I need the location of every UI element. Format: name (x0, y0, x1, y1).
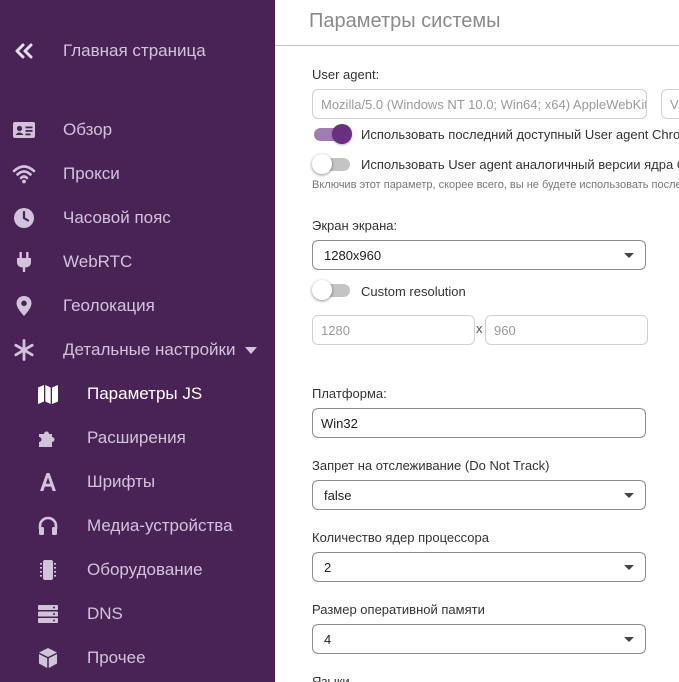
chevron-down-icon (624, 565, 634, 570)
memory-label: Размер оперативной памяти (312, 602, 485, 617)
sidebar-item-label: DNS (87, 604, 123, 623)
dnt-label: Запрет на отслеживание (Do Not Track) (312, 458, 550, 473)
sidebar-item-home[interactable]: Главная страница (0, 33, 275, 69)
screen-label: Экран экрана: (312, 218, 398, 233)
server-icon (35, 601, 61, 627)
sidebar-item-proxy[interactable]: Прокси (0, 156, 275, 192)
resolution-separator: x (476, 321, 483, 336)
sidebar-item-advanced[interactable]: Детальные настройки (0, 332, 275, 368)
page-title: Параметры системы (309, 10, 501, 32)
sidebar-subitem-dns[interactable]: DNS (0, 596, 275, 632)
platform-label: Платформа: (312, 386, 387, 401)
clock-icon (11, 205, 37, 231)
user-agent-input[interactable]: Mozilla/5.0 (Windows NT 10.0; Win64; x64… (312, 89, 647, 119)
dnt-select[interactable]: false (312, 480, 646, 510)
headphones-icon (35, 513, 61, 539)
sidebar-item-label: Геолокация (63, 296, 155, 315)
sidebar-item-label: Оборудование (87, 560, 203, 579)
sidebar-item-timezone[interactable]: Часовой пояс (0, 200, 275, 236)
sidebar-item-label: Главная страница (63, 41, 206, 60)
puzzle-icon (35, 425, 61, 451)
screen-resolution-select[interactable]: 1280x960 (312, 240, 646, 270)
languages-label: Языки (312, 674, 350, 682)
chip-icon (35, 557, 61, 583)
user-agent-hint: Включив этот параметр, скорее всего, вы … (312, 179, 679, 191)
sidebar-item-webrtc[interactable]: WebRTC (0, 244, 275, 280)
sidebar: Главная страница Обзор Прокси Часовой по… (0, 0, 275, 682)
cpu-cores-label: Количество ядер процессора (312, 530, 489, 545)
sidebar-item-label: Расширения (87, 428, 186, 447)
sidebar-subitem-js-params[interactable]: Параметры JS (0, 376, 275, 412)
sidebar-item-label: Обзор (63, 120, 113, 139)
sidebar-item-label: Медиа-устройства (87, 516, 233, 535)
plug-icon (11, 249, 37, 275)
sidebar-item-label: Прокси (63, 164, 120, 183)
sidebar-item-label: Детальные настройки (63, 340, 236, 359)
sidebar-subitem-extensions[interactable]: Расширения (0, 420, 275, 456)
custom-resolution-label: Custom resolution (361, 284, 466, 299)
latest-user-agent-toggle[interactable] (312, 124, 352, 144)
chevron-down-icon (245, 347, 258, 355)
font-icon (35, 469, 61, 495)
resolution-height-input[interactable]: 960 (485, 315, 648, 345)
wifi-icon (11, 161, 37, 187)
platform-input[interactable]: Win32 (312, 408, 646, 438)
map-pin-icon (11, 293, 37, 319)
id-card-icon (11, 117, 37, 143)
user-agent-version-input[interactable]: V (661, 89, 679, 119)
chevron-down-icon (624, 637, 634, 642)
cpu-cores-select[interactable]: 2 (312, 552, 646, 582)
resolution-width-input[interactable]: 1280 (312, 315, 475, 345)
screen-resolution-value: 1280x960 (324, 247, 382, 263)
memory-select[interactable]: 4 (312, 624, 646, 654)
sidebar-subitem-hardware[interactable]: Оборудование (0, 552, 275, 588)
chevron-down-icon (624, 493, 634, 498)
sidebar-subitem-fonts[interactable]: Шрифты (0, 464, 275, 500)
sidebar-item-geolocation[interactable]: Геолокация (0, 288, 275, 324)
core-user-agent-label: Использовать User agent аналогичный верс… (361, 157, 679, 172)
cpu-cores-value: 2 (324, 559, 332, 575)
box-icon (35, 645, 61, 671)
asterisk-icon (11, 337, 37, 363)
core-user-agent-toggle[interactable] (312, 154, 352, 174)
chevrons-left-icon (11, 38, 37, 64)
chevron-down-icon (624, 253, 634, 258)
memory-value: 4 (324, 631, 332, 647)
sidebar-item-label: Часовой пояс (63, 208, 171, 227)
main-panel: Параметры системы User agent: Mozilla/5.… (275, 0, 679, 682)
sidebar-item-label: Прочее (87, 648, 146, 667)
sidebar-item-overview[interactable]: Обзор (0, 112, 275, 148)
sidebar-item-label: Параметры JS (87, 384, 203, 403)
map-icon (35, 381, 61, 407)
dnt-value: false (324, 487, 352, 503)
sidebar-subitem-media-devices[interactable]: Медиа-устройства (0, 508, 275, 544)
user-agent-label: User agent: (312, 67, 380, 82)
sidebar-item-label: Шрифты (87, 472, 156, 491)
latest-user-agent-label: Использовать последний доступный User ag… (361, 127, 679, 142)
custom-resolution-toggle[interactable] (312, 280, 352, 300)
sidebar-item-label: WebRTC (63, 252, 133, 271)
title-divider (275, 45, 679, 46)
sidebar-subitem-other[interactable]: Прочее (0, 640, 275, 676)
